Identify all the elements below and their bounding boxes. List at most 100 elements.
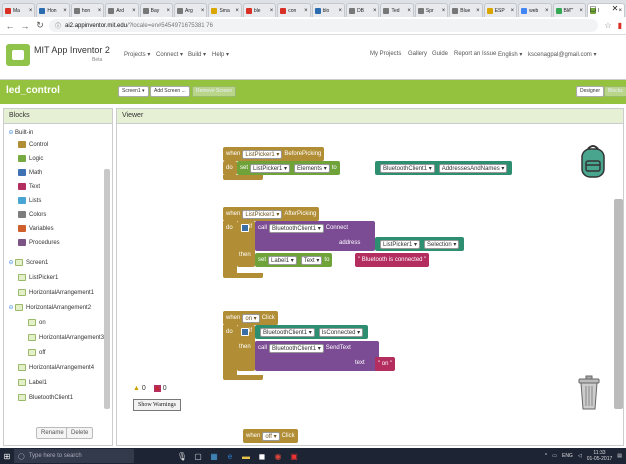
tab-close-icon[interactable]: × [29,8,33,14]
string-block[interactable]: " Bluetooth is connected " [355,253,430,267]
extension-icon[interactable]: ▮ [618,21,622,30]
backpack-icon[interactable] [579,143,607,179]
mic-icon[interactable]: 🎙 [174,448,190,464]
browser-tab[interactable]: Ted × [380,3,414,17]
screen-select-button[interactable]: Screen1 ▾ [118,86,149,97]
string-block[interactable]: " on " [375,357,396,371]
reload-icon[interactable]: ↻ [34,20,46,31]
tab-close-icon[interactable]: × [339,8,343,14]
set-property-block[interactable]: set ListPicker1 ▾ Elements ▾ to [237,161,340,175]
tab-close-icon[interactable]: × [270,8,274,14]
tab-close-icon[interactable]: × [167,8,171,14]
string-value[interactable]: " on " [378,361,392,367]
remove-screen-button[interactable]: Remove Screen [192,86,236,97]
language-icon[interactable]: ENG [562,453,573,459]
browser-tab[interactable]: blo × [311,3,346,17]
tree-component-item[interactable]: ListPicker1 [18,274,58,281]
is-connected-block[interactable]: BluetoothClient1 ▾ IsConnected ▾ [255,325,369,339]
tab-close-icon[interactable]: × [511,8,515,14]
edge-icon[interactable]: e [222,448,238,464]
close-icon[interactable]: ✕ [604,0,626,17]
gear-icon[interactable] [241,328,249,336]
link-report-issue[interactable]: Report an Issue [454,51,496,57]
url-field[interactable]: ⓘ ai2.appinventor.mit.edu /?locale=en#54… [49,19,599,32]
tab-close-icon[interactable]: × [373,8,377,14]
call-component-dropdown[interactable]: BluetoothClient1 ▾ [269,343,324,353]
collapse-icon[interactable]: ⊖ [8,129,14,136]
tree-category-logic[interactable]: Logic [18,155,43,162]
tree-scrollbar[interactable] [104,169,110,409]
menu-language[interactable]: English ▾ [498,51,522,58]
menu-connect[interactable]: Connect ▾ [156,51,183,58]
browser-tab[interactable]: ESP × [483,3,518,17]
text-property-dropdown[interactable]: Text ▾ [300,255,323,265]
link-gallery[interactable]: Gallery [408,51,427,57]
tree-category-math[interactable]: Math [18,169,42,176]
volume-icon[interactable]: ◁ [578,453,582,459]
store-icon[interactable]: ▦ [206,448,222,464]
tree-component-item[interactable]: ⊖ Screen1 [8,259,48,266]
taskbar-search[interactable]: ◯ Type here to search [14,449,134,463]
menu-help[interactable]: Help ▾ [212,51,229,58]
if-block[interactable]: if then [237,325,255,371]
app-inventor-logo[interactable] [6,44,30,66]
collapse-icon[interactable]: ⊖ [8,259,14,266]
browser-tab[interactable]: Bay × [139,3,174,17]
maximize-icon[interactable]: ◻ [582,0,604,17]
set-label-block[interactable]: set Label1 ▾ Text ▾ to [255,253,333,267]
selection-component-dropdown[interactable]: ListPicker1 ▾ [380,239,421,249]
tree-category-control[interactable]: Control [18,141,48,148]
show-warnings-button[interactable]: Show Warnings [133,399,181,411]
tab-close-icon[interactable]: × [201,8,205,14]
if-block[interactable]: if then [237,221,255,267]
browser-tab[interactable]: hon × [70,3,105,17]
tab-close-icon[interactable]: × [132,8,136,14]
browser-tab[interactable]: Spr × [414,3,449,17]
minimize-icon[interactable]: – [560,0,582,17]
app-red-icon[interactable]: ▣ [286,448,302,464]
menu-build[interactable]: Build ▾ [188,51,206,58]
browser-tab[interactable]: Blue × [449,3,483,17]
star-icon[interactable]: ☆ [604,21,611,30]
tab-close-icon[interactable]: × [235,8,239,14]
component-dropdown[interactable]: off ▾ [262,431,280,441]
browser-tab[interactable]: Ard × [105,3,139,17]
menu-account[interactable]: kscenagpal@gmail.com ▾ [528,51,596,58]
tray-up-icon[interactable]: ^ [545,453,547,459]
browser-tab[interactable]: con × [277,3,311,17]
tree-component-item[interactable]: Label1 [18,379,47,386]
string-value[interactable]: " Bluetooth is connected " [358,257,426,263]
tree-category-variables[interactable]: Variables [18,225,54,232]
tab-close-icon[interactable]: × [407,8,411,14]
browser-tab[interactable]: Sma × [208,3,242,17]
component-dropdown[interactable]: on ▾ [242,313,260,323]
windows-start-icon[interactable]: ⊞ [0,448,14,464]
tab-close-icon[interactable]: × [476,8,480,14]
designer-button[interactable]: Designer [576,86,605,97]
call-component-dropdown[interactable]: BluetoothClient1 ▾ [269,223,324,233]
browser-tab[interactable]: Hon × [36,3,70,17]
target-dropdown[interactable]: ListPicker1 ▾ [250,163,291,173]
menu-projects[interactable]: Projects ▾ [124,51,150,58]
explorer-icon[interactable]: ▬ [238,448,254,464]
getter-block[interactable]: BluetoothClient1 ▾ AddressesAndNames ▾ [375,161,513,175]
tree-component-item[interactable]: HorizontalArrangement4 [18,364,94,371]
tree-component-item[interactable]: off [28,349,46,356]
chrome-icon[interactable]: ◉ [270,448,286,464]
tab-close-icon[interactable]: × [98,8,102,14]
tree-component-item[interactable]: on [28,319,46,326]
tab-close-icon[interactable]: × [545,8,549,14]
gear-icon[interactable] [241,224,249,232]
tree-component-item[interactable]: HorizontalArrangement1 [18,289,94,296]
tree-category-lists[interactable]: Lists [18,197,41,204]
tab-close-icon[interactable]: × [63,8,67,14]
event-block-off-click[interactable]: when off ▾ Click [243,429,298,443]
selection-getter-block[interactable]: ListPicker1 ▾ Selection ▾ [375,237,465,251]
delete-button[interactable]: Delete [66,427,94,439]
browser-tab[interactable]: web × [518,3,552,17]
browser-tab[interactable]: DB × [346,3,380,17]
label-dropdown[interactable]: Label1 ▾ [268,255,297,265]
tree-category-colors[interactable]: Colors [18,211,46,218]
browser-tab[interactable]: ble × [242,3,277,17]
trash-icon[interactable] [577,375,601,411]
